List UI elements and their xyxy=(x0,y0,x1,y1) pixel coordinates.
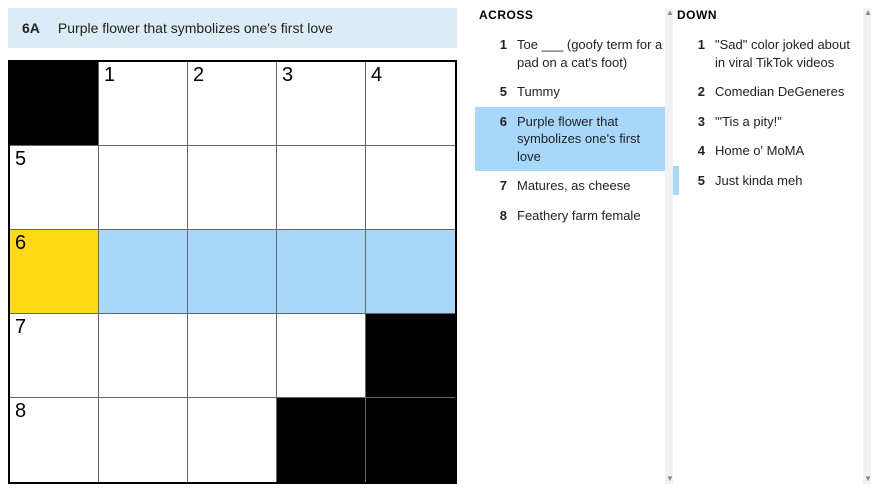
grid-cell[interactable] xyxy=(188,314,277,398)
clue-number: 1 xyxy=(487,36,507,71)
down-clue-3[interactable]: 3 "'Tis a pity!" xyxy=(673,107,870,137)
cell-number: 7 xyxy=(15,316,26,339)
grid-cell-black xyxy=(10,62,99,146)
grid-cell[interactable] xyxy=(188,398,277,482)
grid-cell[interactable] xyxy=(99,314,188,398)
scrollbar[interactable]: ▲ ▼ xyxy=(863,8,871,484)
grid-cell[interactable] xyxy=(277,146,366,230)
down-column: DOWN 1 "Sad" color joked about in viral T… xyxy=(673,8,871,484)
cell-number: 5 xyxy=(15,148,26,171)
scroll-up-icon: ▲ xyxy=(864,9,872,17)
grid-cell[interactable] xyxy=(366,146,455,230)
across-clue-6[interactable]: 6Purple flower that symbolizes one's fir… xyxy=(475,107,672,172)
down-clue-5[interactable]: 5 Just kinda meh xyxy=(673,166,870,196)
grid-cell[interactable] xyxy=(188,146,277,230)
clue-text: "Sad" color joked about in viral TikTok … xyxy=(715,36,862,71)
across-clue-5[interactable]: 5 Tummy xyxy=(475,77,672,107)
current-clue-number: 6A xyxy=(22,20,40,36)
grid-cell[interactable]: 5 xyxy=(10,146,99,230)
clue-number: 3 xyxy=(685,113,705,131)
clue-number: 6 xyxy=(487,113,507,166)
clue-text: Toe ___ (goofy term for a pad on a cat's… xyxy=(517,36,664,71)
clue-text: Purple flower that symbolizes one's firs… xyxy=(517,113,664,166)
clue-text: Home o' MoMA xyxy=(715,142,862,160)
clue-text: Feathery farm female xyxy=(517,207,664,225)
grid-cell[interactable]: 4 xyxy=(366,62,455,146)
clue-number: 2 xyxy=(685,83,705,101)
current-clue-text: Purple flower that symbolizes one's firs… xyxy=(58,20,333,36)
grid-cell[interactable]: 7 xyxy=(10,314,99,398)
grid-cell[interactable] xyxy=(99,398,188,482)
crossword-grid: 1 2 3 4 5 6 7 8 xyxy=(8,60,457,484)
clue-number: 4 xyxy=(685,142,705,160)
grid-cell[interactable] xyxy=(277,314,366,398)
clue-text: Comedian DeGeneres xyxy=(715,83,862,101)
cell-number: 3 xyxy=(282,64,293,87)
grid-cell[interactable] xyxy=(188,230,277,314)
across-clue-list: 1 Toe ___ (goofy term for a pad on a cat'… xyxy=(475,30,673,230)
grid-cell[interactable] xyxy=(99,230,188,314)
across-clue-8[interactable]: 8 Feathery farm female xyxy=(475,201,672,231)
clue-number: 5 xyxy=(685,172,705,190)
down-clue-4[interactable]: 4 Home o' MoMA xyxy=(673,136,870,166)
clue-number: 1 xyxy=(685,36,705,71)
clue-text: Matures, as cheese xyxy=(517,177,664,195)
clue-number: 5 xyxy=(487,83,507,101)
grid-cell[interactable] xyxy=(99,146,188,230)
clue-text: "'Tis a pity!" xyxy=(715,113,862,131)
grid-cell[interactable] xyxy=(366,230,455,314)
grid-cell[interactable] xyxy=(277,230,366,314)
clue-text: Just kinda meh xyxy=(715,172,862,190)
grid-cell[interactable]: 8 xyxy=(10,398,99,482)
scroll-down-icon: ▼ xyxy=(864,475,872,483)
grid-cell[interactable]: 1 xyxy=(99,62,188,146)
grid-cell-black xyxy=(366,314,455,398)
clue-text: Tummy xyxy=(517,83,664,101)
cell-number: 8 xyxy=(15,400,26,423)
cell-number: 2 xyxy=(193,64,204,87)
clue-number: 8 xyxy=(487,207,507,225)
grid-cell[interactable]: 3 xyxy=(277,62,366,146)
clue-number: 7 xyxy=(487,177,507,195)
grid-cell-black xyxy=(366,398,455,482)
down-clue-list: 1 "Sad" color joked about in viral TikTok… xyxy=(673,30,871,195)
down-clue-2[interactable]: 2 Comedian DeGeneres xyxy=(673,77,870,107)
grid-cell[interactable]: 2 xyxy=(188,62,277,146)
down-heading: DOWN xyxy=(673,8,871,22)
cell-number: 1 xyxy=(104,64,115,87)
current-clue-bar[interactable]: 6A Purple flower that symbolizes one's f… xyxy=(8,8,457,48)
across-clue-7[interactable]: 7 Matures, as cheese xyxy=(475,171,672,201)
across-column: ACROSS 1 Toe ___ (goofy term for a pad on… xyxy=(475,8,673,484)
grid-cell[interactable]: 6 xyxy=(10,230,99,314)
down-clue-1[interactable]: 1 "Sad" color joked about in viral TikTok… xyxy=(673,30,870,77)
grid-cell-black xyxy=(277,398,366,482)
cell-number: 4 xyxy=(371,64,382,87)
across-heading: ACROSS xyxy=(475,8,673,22)
cell-number: 6 xyxy=(15,232,26,255)
across-clue-1[interactable]: 1 Toe ___ (goofy term for a pad on a cat'… xyxy=(475,30,672,77)
scrollbar[interactable]: ▲ ▼ xyxy=(665,8,673,484)
